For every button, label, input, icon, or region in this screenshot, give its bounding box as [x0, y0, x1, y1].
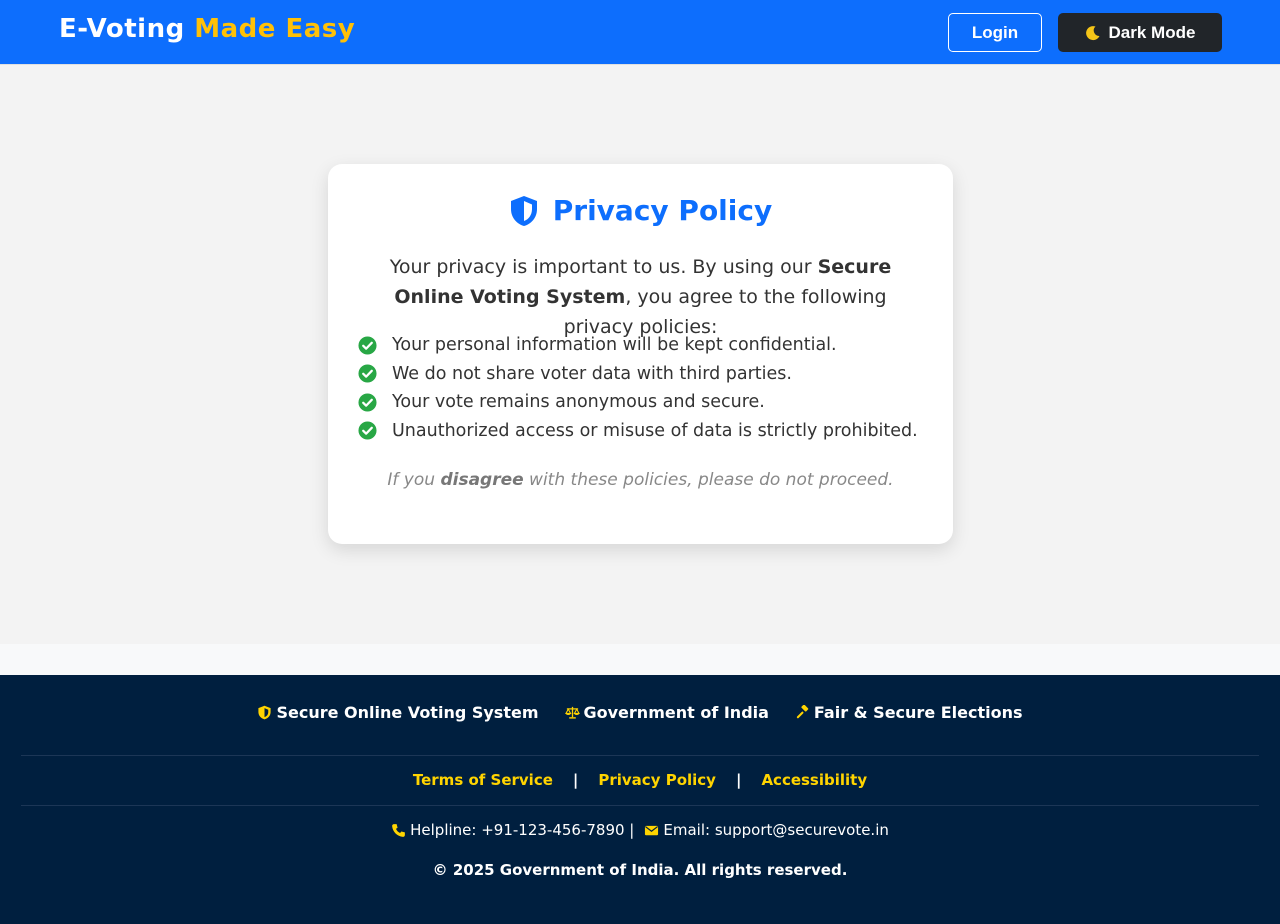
balance-scale-icon: [564, 706, 580, 719]
list-item-text: We do not share voter data with third pa…: [392, 363, 792, 384]
card-header: Privacy Policy: [328, 194, 953, 227]
footer-badges: Secure Online Voting System Government o…: [0, 703, 1280, 722]
footer-badge-label: Government of India: [583, 703, 769, 722]
footer-spacer: [0, 644, 1280, 675]
phone-icon: [392, 823, 405, 837]
policy-list: Your personal information will be kept c…: [358, 331, 928, 445]
footer-divider: [21, 755, 1259, 756]
link-separator: |: [572, 771, 579, 789]
terms-of-service-link[interactable]: Terms of Service: [413, 771, 553, 789]
note-emphasis: disagree: [440, 470, 524, 490]
footer-links: Terms of Service | Privacy Policy | Acce…: [0, 771, 1280, 789]
footer-badge-government: Government of India: [564, 703, 769, 722]
note-after: with these policies, please do not proce…: [523, 470, 894, 490]
link-separator: |: [735, 771, 742, 789]
footer-divider: [21, 805, 1259, 806]
privacy-policy-card: Privacy Policy Your privacy is important…: [328, 164, 953, 544]
dark-mode-button[interactable]: Dark Mode: [1058, 13, 1222, 52]
list-item: Unauthorized access or misuse of data is…: [358, 417, 928, 446]
disagree-note: If you disagree with these policies, ple…: [328, 470, 953, 490]
brand-accent: Made Easy: [194, 14, 356, 44]
moon-icon: [1085, 25, 1100, 40]
footer-badge-label: Fair & Secure Elections: [813, 703, 1023, 722]
footer-contact: Helpline: +91-123-456-7890 | Email: supp…: [0, 821, 1280, 839]
list-item: We do not share voter data with third pa…: [358, 360, 928, 389]
intro-before: Your privacy is important to us. By usin…: [389, 256, 818, 278]
dark-mode-label: Dark Mode: [1108, 22, 1196, 42]
page-title: Privacy Policy: [552, 194, 773, 227]
list-item: Your personal information will be kept c…: [358, 331, 928, 360]
envelope-icon: [645, 825, 659, 835]
footer-badge-fair-elections: Fair & Secure Elections: [795, 703, 1023, 722]
check-circle-icon: [358, 364, 377, 383]
check-circle-icon: [358, 421, 377, 440]
check-circle-icon: [358, 393, 377, 412]
accessibility-link[interactable]: Accessibility: [761, 771, 867, 789]
list-item-text: Your personal information will be kept c…: [392, 335, 837, 356]
list-item-text: Unauthorized access or misuse of data is…: [392, 420, 918, 441]
footer-badge-label: Secure Online Voting System: [276, 703, 539, 722]
top-navbar: E-Voting Made Easy Login Dark Mode: [0, 0, 1280, 65]
note-before: If you: [387, 470, 441, 490]
login-button[interactable]: Login: [948, 13, 1042, 52]
intro-text: Your privacy is important to us. By usin…: [362, 252, 919, 342]
gavel-icon: [796, 705, 809, 719]
footer: Secure Online Voting System Government o…: [0, 675, 1280, 924]
list-item: Your vote remains anonymous and secure.: [358, 388, 928, 417]
email-text: Email: support@securevote.in: [663, 821, 889, 839]
footer-badge-secure-voting: Secure Online Voting System: [257, 703, 539, 722]
check-circle-icon: [358, 336, 377, 355]
list-item-text: Your vote remains anonymous and secure.: [392, 392, 765, 413]
privacy-policy-link[interactable]: Privacy Policy: [598, 771, 716, 789]
shield-icon: [258, 705, 272, 720]
helpline-text: Helpline: +91-123-456-7890 |: [410, 821, 635, 839]
login-button-label: Login: [971, 22, 1019, 42]
shield-icon: [510, 195, 537, 226]
brand-logo-text[interactable]: E-Voting Made Easy: [59, 14, 355, 44]
copyright-text: © 2025 Government of India. All rights r…: [432, 861, 848, 879]
brand-main: E-Voting: [59, 14, 185, 44]
